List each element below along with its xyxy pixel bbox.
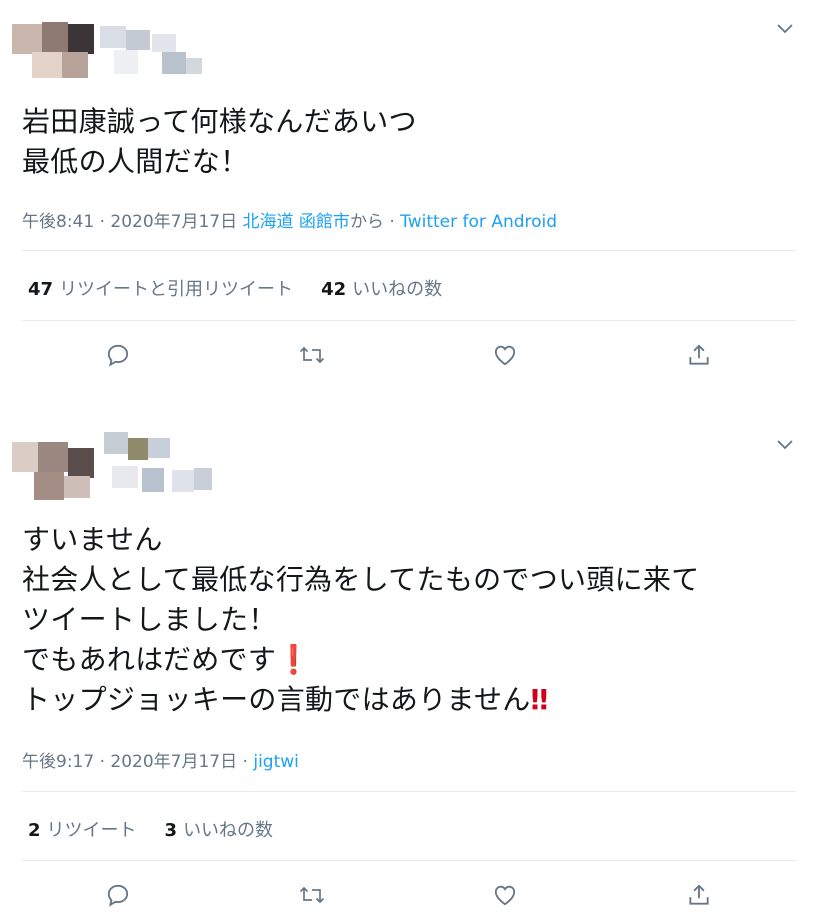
tweet-source-link[interactable]: jigtwi bbox=[253, 752, 299, 772]
tweet-actions bbox=[0, 878, 816, 912]
like-icon[interactable] bbox=[488, 878, 522, 912]
tweet-meta: 午後9:17 · 2020年7月17日 · jigtwi bbox=[22, 752, 299, 772]
tweet-date[interactable]: 2020年7月17日 bbox=[110, 752, 237, 772]
retweet-icon[interactable] bbox=[295, 878, 329, 912]
tweet-text: すいません 社会人として最低な行為をしてたものでつい頭に来て ツイートしました！ でも… bbox=[22, 523, 700, 716]
tweet-2: すいません 社会人として最低な行為をしてたものでつい頭に来て ツイートしました！ でも… bbox=[0, 0, 816, 922]
tweet-stats: 2 リツイート 3 いいねの数 bbox=[28, 816, 273, 842]
tweet-time[interactable]: 午後9:17 bbox=[22, 752, 94, 772]
divider bbox=[22, 791, 796, 792]
divider bbox=[22, 860, 796, 861]
share-icon[interactable] bbox=[682, 878, 716, 912]
tweet-menu-chevron-down-icon[interactable] bbox=[774, 434, 796, 456]
retweet-stat[interactable]: 2 リツイート bbox=[28, 820, 137, 841]
avatar[interactable] bbox=[12, 428, 212, 506]
reply-icon[interactable] bbox=[101, 878, 135, 912]
like-stat[interactable]: 3 いいねの数 bbox=[165, 820, 274, 841]
exclamation-emoji: ❗ bbox=[276, 643, 312, 676]
double-exclamation-emoji: ‼ bbox=[530, 683, 549, 716]
